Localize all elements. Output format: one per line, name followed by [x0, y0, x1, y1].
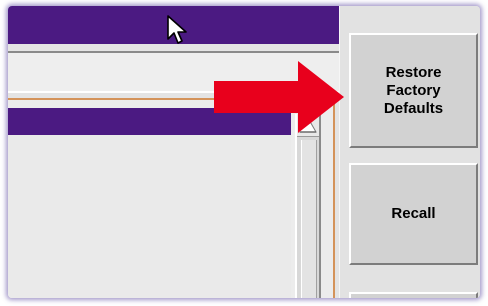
restore-factory-defaults-button[interactable]: Restore Factory Defaults [349, 33, 478, 148]
vertical-scrollbar[interactable] [295, 114, 321, 298]
screenshot-frame: Restore Factory Defaults Recall [8, 6, 480, 298]
recall-button[interactable]: Recall [349, 163, 478, 265]
side-button-panel: Restore Factory Defaults Recall [339, 6, 480, 298]
next-button[interactable] [349, 292, 478, 298]
mouse-pointer-icon [167, 15, 187, 44]
scroll-track[interactable] [301, 140, 317, 298]
list-area[interactable] [8, 135, 291, 298]
red-arrow-icon [214, 61, 344, 133]
